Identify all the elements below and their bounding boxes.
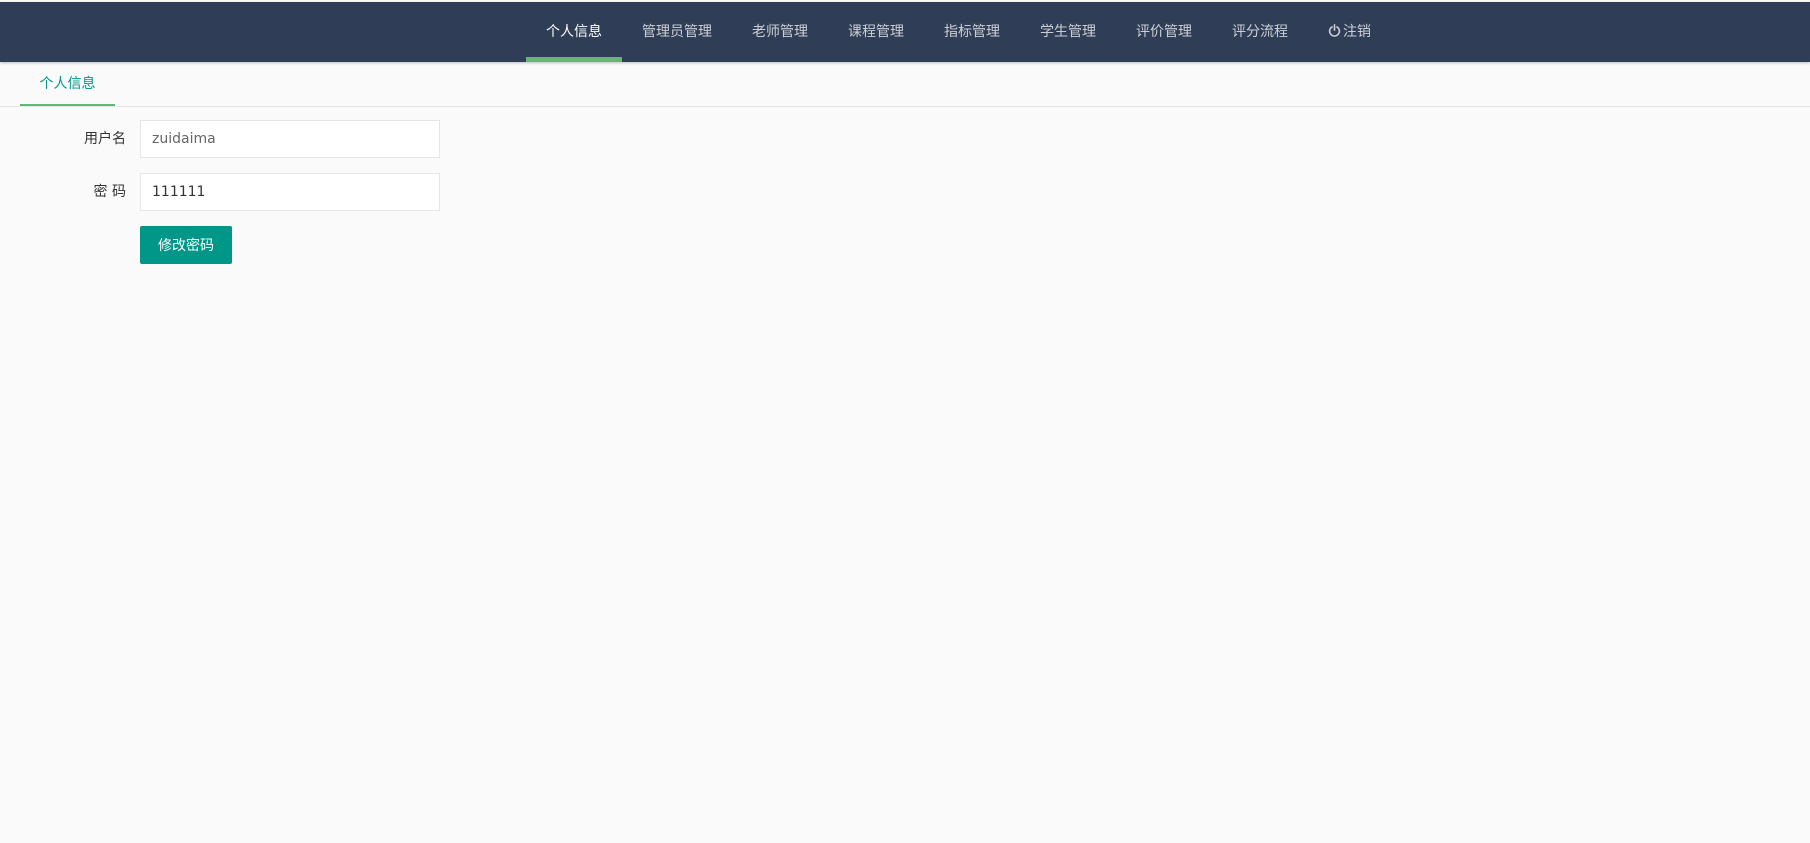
main-menu: 个人信息 管理员管理 老师管理 课程管理 指标管理 学生管理 评价管理 评分流程… <box>526 2 1391 62</box>
tab-bar: 个人信息 <box>0 62 1810 107</box>
nav-item-course-management[interactable]: 课程管理 <box>828 2 924 62</box>
nav-item-label: 课程管理 <box>848 24 904 40</box>
tab-personal-info[interactable]: 个人信息 <box>20 62 115 106</box>
username-field[interactable] <box>140 120 440 158</box>
submit-row: 修改密码 <box>0 226 600 264</box>
nav-item-logout[interactable]: 注销 <box>1308 2 1391 62</box>
nav-item-label: 评价管理 <box>1136 24 1192 40</box>
nav-item-label: 学生管理 <box>1040 24 1096 40</box>
nav-item-teacher-management[interactable]: 老师管理 <box>732 2 828 62</box>
password-field[interactable] <box>140 173 440 211</box>
change-password-button[interactable]: 修改密码 <box>140 226 232 264</box>
power-icon <box>1328 2 1341 62</box>
username-row: 用户名 <box>0 120 600 158</box>
username-label: 用户名 <box>84 131 126 147</box>
nav-item-scoring-process[interactable]: 评分流程 <box>1212 2 1308 62</box>
nav-item-label: 指标管理 <box>944 24 1000 40</box>
password-row: 密 码 <box>0 173 600 211</box>
personal-info-form: 用户名 密 码 修改密码 <box>0 120 600 279</box>
nav-item-indicator-management[interactable]: 指标管理 <box>924 2 1020 62</box>
nav-item-personal-info[interactable]: 个人信息 <box>526 2 622 62</box>
logout-label: 注销 <box>1343 24 1371 40</box>
nav-item-evaluation-management[interactable]: 评价管理 <box>1116 2 1212 62</box>
top-navigation-bar: 个人信息 管理员管理 老师管理 课程管理 指标管理 学生管理 评价管理 评分流程… <box>0 2 1810 62</box>
nav-item-label: 评分流程 <box>1232 24 1288 40</box>
nav-item-student-management[interactable]: 学生管理 <box>1020 2 1116 62</box>
nav-item-admin-management[interactable]: 管理员管理 <box>622 2 732 62</box>
nav-item-label: 管理员管理 <box>642 24 712 40</box>
nav-item-label: 个人信息 <box>546 24 602 40</box>
nav-item-label: 老师管理 <box>752 24 808 40</box>
password-label: 密 码 <box>93 184 126 200</box>
